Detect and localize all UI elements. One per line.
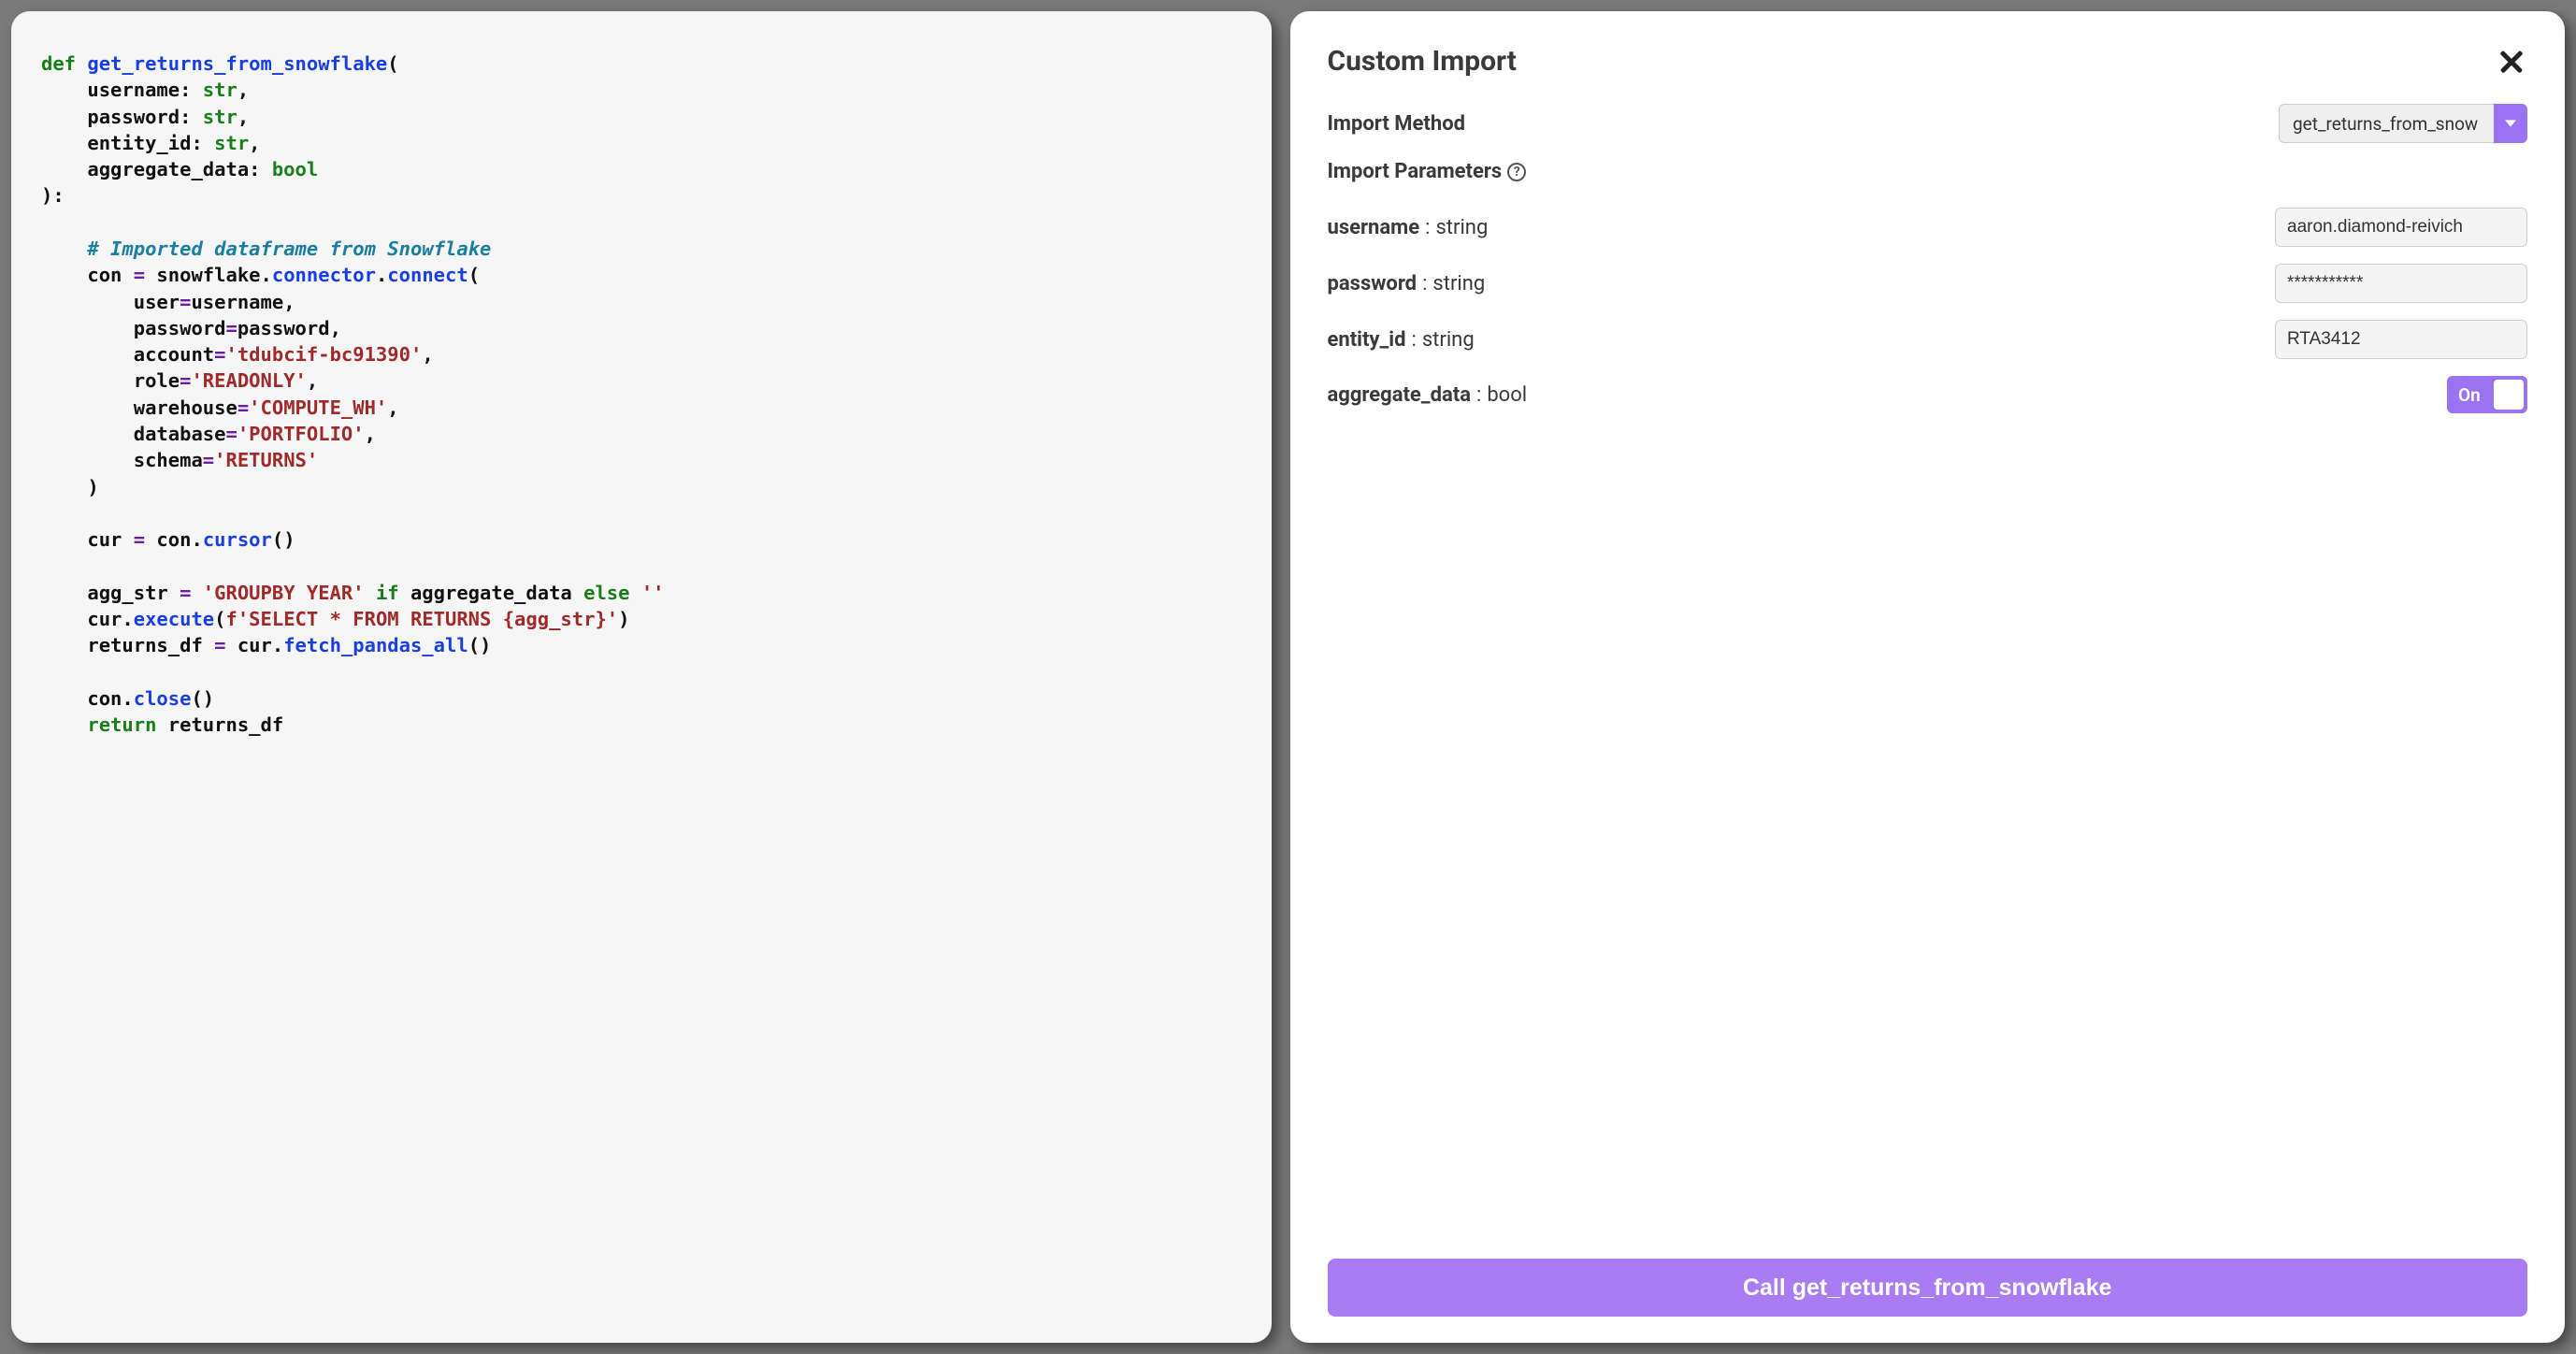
toggle-knob — [2494, 380, 2524, 410]
param-label-aggregate-data: aggregate_data : bool — [1328, 383, 1528, 407]
import-parameters-label: Import Parameters ? — [1328, 160, 1527, 183]
code-panel: def get_returns_from_snowflake( username… — [11, 11, 1272, 1343]
import-method-value: get_returns_from_snow — [2279, 104, 2494, 143]
param-label-username: username : string — [1328, 216, 1489, 239]
import-method-label: Import Method — [1328, 112, 1466, 136]
param-label-password: password : string — [1328, 272, 1486, 295]
chevron-down-icon — [2494, 104, 2527, 143]
import-parameters-row: Import Parameters ? — [1328, 160, 2528, 183]
aggregate-data-toggle[interactable]: On — [2447, 376, 2527, 413]
param-row-entity-id: entity_id : string — [1328, 320, 2528, 359]
username-field[interactable] — [2275, 208, 2527, 247]
call-button[interactable]: Call get_returns_from_snowflake — [1328, 1259, 2528, 1317]
code-block: def get_returns_from_snowflake( username… — [41, 50, 1242, 738]
toggle-state-label: On — [2458, 384, 2481, 406]
import-method-select[interactable]: get_returns_from_snow — [2279, 104, 2527, 143]
param-row-username: username : string — [1328, 208, 2528, 247]
password-field[interactable] — [2275, 264, 2527, 303]
param-row-password: password : string — [1328, 264, 2528, 303]
entity-id-field[interactable] — [2275, 320, 2527, 359]
form-header: Custom Import — [1328, 45, 2528, 78]
help-icon[interactable]: ? — [1507, 163, 1526, 181]
panel-title: Custom Import — [1328, 45, 1517, 78]
import-method-row: Import Method get_returns_from_snow — [1328, 104, 2528, 143]
param-label-entity-id: entity_id : string — [1328, 328, 1475, 352]
close-icon[interactable] — [2496, 46, 2527, 78]
param-row-aggregate-data: aggregate_data : bool On — [1328, 376, 2528, 413]
custom-import-panel: Custom Import Import Method get_returns_… — [1290, 11, 2566, 1343]
